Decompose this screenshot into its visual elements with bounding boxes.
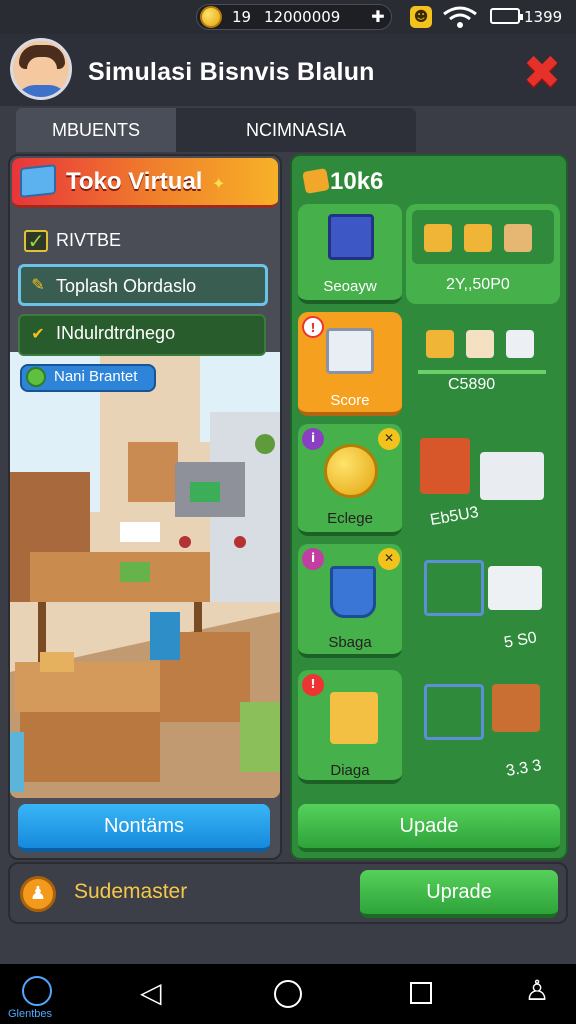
crate-icon [426, 330, 454, 358]
pencil-icon: ✎ [31, 275, 45, 294]
card-label: Eclege [327, 510, 373, 527]
shop-title: Toko Virtual [66, 168, 203, 195]
page-title: Simulasi Bisnvis Blalun [88, 58, 375, 86]
box-icon [302, 168, 330, 194]
tool-badge: ✕ [378, 548, 400, 570]
card-label: Diaga [330, 762, 370, 779]
close-icon[interactable]: ✖ [520, 49, 564, 95]
user-icon[interactable]: ♙ [512, 974, 562, 1016]
info-badge: i [302, 428, 324, 450]
footer-label: Sudemaster [74, 880, 188, 903]
bucket-icon [330, 566, 376, 618]
coin-stack-icon [324, 444, 378, 498]
section-label: RIVTBE [56, 230, 122, 250]
info-badge: i [302, 548, 324, 570]
tab-ncimnasia[interactable]: NCIMNASIA [176, 108, 416, 152]
recent-apps-icon[interactable] [410, 982, 432, 1004]
upgrade-button[interactable]: Upade [298, 804, 560, 852]
check-icon[interactable]: ✓ [24, 230, 48, 252]
list-item-label: Toplash Obrdaslo [56, 276, 197, 296]
tool-badge: ✕ [378, 428, 400, 450]
card-label: Seoayw [323, 278, 377, 295]
crate-icon [492, 684, 540, 732]
alert-badge: ! [302, 674, 324, 696]
avatar[interactable] [10, 38, 72, 100]
price-strip[interactable] [410, 312, 560, 416]
progress-line [418, 370, 546, 374]
alert-badge: ! [302, 316, 324, 338]
crate-icon [424, 224, 452, 252]
crate-icon [488, 566, 542, 610]
right-panel-title: 10k6 [330, 168, 384, 195]
leaf-icon [26, 367, 46, 387]
plus-icon[interactable]: ✚ [368, 7, 388, 27]
crate-icon [504, 224, 532, 252]
home-icon[interactable] [274, 980, 302, 1008]
cart-icon [424, 684, 484, 740]
card-label: Sbaga [328, 634, 372, 651]
battery-icon [490, 8, 523, 24]
crate-icon [506, 330, 534, 358]
coin-icon [200, 6, 222, 28]
crate-icon [466, 330, 494, 358]
crate-icon [464, 224, 492, 252]
left-action-button[interactable]: Nontäms [18, 804, 270, 852]
tab-mbuents[interactable]: MBUENTS [16, 108, 176, 152]
back-icon[interactable]: ◁ [140, 976, 170, 1010]
storage-icon [328, 214, 374, 260]
shop-scene-illustration [10, 352, 280, 798]
coin-value: 19 [232, 8, 252, 26]
register-icon [326, 328, 374, 374]
clock: 1399 [524, 8, 563, 26]
coin-total: 12000009 [264, 8, 341, 26]
clock-icon[interactable] [22, 976, 52, 1006]
nav-label: Glentbes [8, 1008, 53, 1020]
sparkle-icon: ✦ [212, 174, 226, 193]
store-icon [20, 164, 56, 198]
footer-upgrade-button[interactable]: Uprade [360, 870, 558, 918]
chip-label: Nani Brantet [54, 368, 138, 385]
list-item-label: INdulrdtrdnego [56, 323, 176, 343]
card-price: C5890 [448, 376, 496, 393]
register-icon [480, 452, 544, 500]
package-icon [330, 692, 378, 744]
check-mark-icon: ✔ [31, 324, 45, 343]
basket-icon [420, 438, 470, 494]
card-price: 2Y,,50P0 [446, 276, 510, 293]
wifi-icon [443, 6, 477, 28]
cart-icon [424, 560, 484, 616]
emoji-icon: ☻ [410, 6, 432, 28]
master-icon: ♟ [20, 876, 56, 912]
card-label: Score [330, 392, 370, 409]
